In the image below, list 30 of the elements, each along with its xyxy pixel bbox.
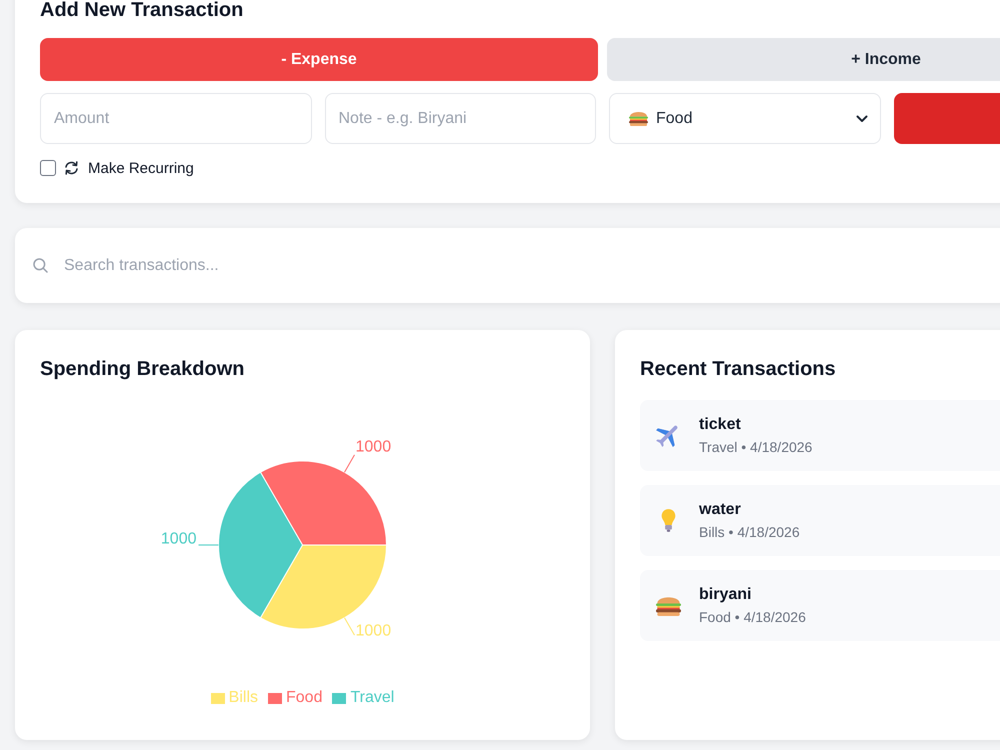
- data-label: 1000: [356, 438, 392, 456]
- type-tab[interactable]: - Expense: [40, 38, 598, 81]
- transaction-meta: Travel • 4/18/2026: [699, 438, 812, 456]
- leader-line: [344, 454, 355, 473]
- legend-label[interactable]: Food: [286, 688, 322, 708]
- recurring-label[interactable]: Make Recurring: [88, 160, 194, 176]
- transaction-name: ticket: [699, 415, 742, 435]
- burger-icon: [656, 596, 681, 616]
- transaction-name: biryani: [699, 585, 752, 605]
- form-title: Add New Transaction: [40, 0, 244, 23]
- burger-icon: [629, 111, 648, 126]
- recurring-checkbox[interactable]: [40, 160, 56, 176]
- transaction-meta: Food • 4/18/2026: [699, 608, 806, 626]
- transaction-meta: Bills • 4/18/2026: [699, 523, 800, 541]
- leader-line: [344, 617, 355, 636]
- recent-title: Recent Transactions: [640, 357, 837, 382]
- refresh-icon: [64, 161, 79, 175]
- transaction-name: water: [699, 500, 742, 520]
- search-icon: [33, 258, 48, 273]
- type-tab[interactable]: + Income: [607, 38, 1000, 81]
- amount-field[interactable]: Amount: [40, 93, 312, 144]
- search-field[interactable]: Search transactions...: [64, 254, 664, 278]
- data-label: 1000: [356, 622, 392, 640]
- leader-line: [198, 544, 219, 546]
- chevron-down-icon: [856, 114, 868, 122]
- category-select[interactable]: Food: [609, 93, 880, 144]
- data-label: 1000: [160, 530, 196, 548]
- note-field[interactable]: Note - e.g. Biryani: [324, 93, 596, 144]
- spending-title: Spending Breakdown: [40, 357, 246, 382]
- legend-label[interactable]: Travel: [350, 688, 394, 708]
